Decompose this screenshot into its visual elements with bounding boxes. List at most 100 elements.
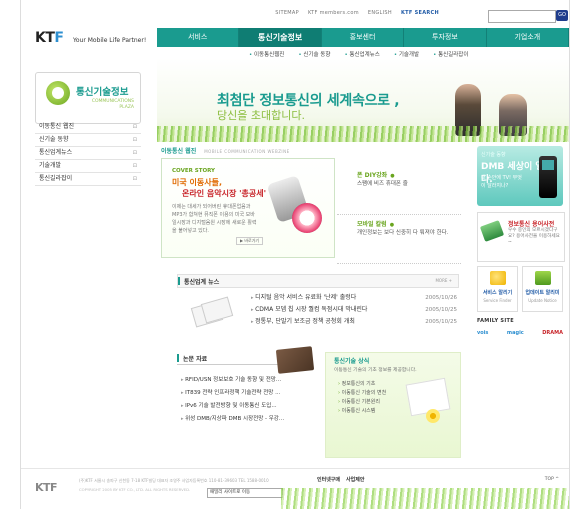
sub-navigation: 이동통신웹진 신기술 동향 통신업계뉴스 기술개발 통신길라잡이	[249, 50, 468, 58]
news-date: 2005/10/26	[425, 295, 457, 301]
ktf-logo[interactable]: KTF	[35, 30, 64, 46]
footer-link-purchase[interactable]: 인터넷구매	[317, 476, 340, 483]
footer-link-proposal[interactable]: 사업제안	[346, 476, 364, 483]
service-boxes: 서비스 알리기 Service Finder 업데이트 알리미 Update N…	[477, 266, 563, 312]
logo-kt: KT	[35, 30, 55, 46]
tv-icon	[535, 271, 551, 285]
music-phone-image	[266, 173, 322, 241]
footer-copyright: COPYRIGHT 2005 BY KTF CO., LTD. ALL RIGH…	[79, 487, 191, 492]
go-icon: ●	[390, 173, 395, 179]
service-finder-sub: Service Finder	[483, 298, 512, 303]
paper-item[interactable]: 위성 DMB/지상파 DMB 시장전망 - 우강...	[181, 413, 321, 426]
diy-box[interactable]: 폰 DIY강좌 ● 스팸에 비즈 휴대폰 줄	[337, 166, 461, 215]
search-go-button[interactable]: GO	[556, 10, 568, 21]
phone-wheel	[292, 203, 322, 233]
subnav-dev[interactable]: 기술개발	[394, 50, 419, 58]
knowledge-item[interactable]: 이동통신 기본원리	[338, 398, 386, 407]
knowledge-item[interactable]: 이동통신 기술의 변천	[338, 389, 387, 398]
dictionary-box[interactable]: 정보통신 용어사전 우수 중인의 모르시겠다구요? 용어사전을 이용하세요~	[477, 212, 565, 262]
webzine-subtitle: MOBILE COMMUNICATION WEBZINE	[204, 149, 290, 154]
news-item[interactable]: 정통부, 단말기 보조금 정책 공청회 개최 2005/10/25	[251, 316, 457, 328]
left-menu-item[interactable]: 통신업계뉴스 ⊡	[35, 147, 141, 160]
news-more-link[interactable]: MORE +	[435, 278, 452, 283]
left-menu-item[interactable]: 이동통신 웹진 ⊡	[35, 121, 141, 134]
paper-item[interactable]: IPv6 기술 발전방향 및 이동통신 도입...	[181, 400, 321, 413]
arrow-icon: ⊡	[132, 137, 137, 143]
hero-subline: 당신을 초대합니다.	[217, 109, 305, 122]
paper-item[interactable]: RFID/USN 정보보호 기술 동향 및 전망...	[181, 374, 321, 387]
dmb-desc: 내 손안에 TV! 무엇이 달라지나?	[481, 175, 522, 189]
news-item[interactable]: 디지털 음악 서비스 유료화 '난제' 출렁다 2005/10/26	[251, 292, 457, 304]
left-menu-item[interactable]: 신기술 동향 ⊡	[35, 134, 141, 147]
diy-desc: 스팸에 비즈 휴대폰 줄	[357, 181, 408, 187]
news-list: 디지털 음악 서비스 유료화 '난제' 출렁다 2005/10/26 CDMA 모…	[251, 292, 457, 328]
family-site-magic[interactable]: magic	[507, 330, 524, 336]
utility-links: SITEMAP KTF members.com ENGLISH KTF SEAR…	[275, 10, 439, 16]
news-text: CDMA 모뎀 칩 시장 퀄컴 독점시대 막내린다	[255, 306, 368, 313]
page-frame: SITEMAP KTF members.com ENGLISH KTF SEAR…	[20, 0, 570, 509]
comm-plaza-icon	[46, 81, 70, 105]
cover-label: COVER STORY	[172, 168, 216, 174]
newspaper-image	[189, 296, 234, 328]
news-header: 통신업계 뉴스 MORE +	[177, 274, 459, 288]
subnav-webzine[interactable]: 이동통신웹진	[249, 50, 284, 58]
knowledge-item[interactable]: 이동통신 시스템	[338, 407, 386, 416]
gnb-investor[interactable]: 투자정보	[404, 28, 487, 47]
search-label: KTF SEARCH	[400, 10, 439, 16]
column-box[interactable]: 모바일 칼럼 ● 개인정보는 보다 신중히 다 뤄져야 한다.	[337, 215, 461, 264]
footer-grass	[281, 488, 569, 509]
arrow-icon: ⊡	[132, 163, 137, 169]
news-item[interactable]: CDMA 모뎀 칩 시장 퀄컴 독점시대 막내린다 2005/10/25	[251, 304, 457, 316]
news-text: 디지털 음악 서비스 유료화 '난제' 출렁다	[255, 294, 357, 301]
service-finder-title: 서비스 알리기	[482, 290, 513, 296]
service-finder[interactable]: 서비스 알리기 Service Finder	[477, 266, 518, 312]
cover-description: 이제는 대세가 되어버린 휴대폰업음과 MP3가 합쳐현 뮤직폰 이용의 미국 …	[172, 204, 257, 234]
search-input[interactable]	[488, 10, 556, 23]
knowledge-desc: 이동통신 기술의 기초 정보를 제공합니다.	[334, 368, 417, 373]
left-menu-item[interactable]: 통신길라잡이 ⊡	[35, 173, 141, 186]
knowledge-item[interactable]: 정보통신의 기초	[338, 380, 386, 389]
flower-icon	[426, 409, 440, 423]
family-site-drama[interactable]: DRAMA	[542, 330, 563, 336]
gnb-company[interactable]: 기업소개	[487, 28, 569, 47]
diy-title-text: 폰 DIY강좌	[357, 172, 388, 179]
go-icon: ●	[389, 222, 395, 228]
column-title: 모바일 칼럼 ●	[357, 219, 394, 228]
english-link[interactable]: ENGLISH	[368, 10, 392, 16]
paper-item[interactable]: IT839 전략 인프라정책 기술전략 전망 ...	[181, 387, 321, 400]
cover-more-button[interactable]: ▶ 바로가기	[236, 237, 264, 245]
dictionary-icon	[479, 220, 505, 242]
top-button[interactable]: TOP ^	[545, 477, 559, 482]
gnb-service[interactable]: 서비스	[157, 28, 240, 47]
arrow-icon: ⊡	[132, 124, 137, 130]
hero-banner: 최첨단 정보통신의 세계속으로 , 당신을 초대합니다.	[157, 58, 569, 142]
left-menu-label: 통신업계뉴스	[39, 149, 73, 156]
main-navigation: 서비스 통신기술정보 홍보센터 투자정보 기업소개	[157, 28, 569, 47]
footer-logo: KTF	[35, 481, 58, 494]
cover-title-1: 미국 이동사들,	[172, 178, 222, 187]
family-site-select[interactable]: 패밀리 사이트로 이동	[207, 488, 283, 498]
column-title-text: 모바일 칼럼	[357, 221, 387, 228]
members-link[interactable]: KTF members.com	[308, 10, 359, 16]
subnav-news[interactable]: 통신업계뉴스	[344, 50, 379, 58]
gnb-tech-info[interactable]: 통신기술정보	[239, 28, 322, 47]
cover-story[interactable]: COVER STORY 미국 이동사들, 온라인 음악시장 '총공세' 이제는 …	[161, 158, 335, 258]
gnb-pr-center[interactable]: 홍보센터	[322, 28, 405, 47]
sitemap-link[interactable]: SITEMAP	[275, 10, 299, 16]
left-menu-label: 신기술 동향	[39, 136, 69, 143]
books-image	[275, 346, 315, 374]
dmb-label: 신기술 동향	[481, 152, 506, 158]
subnav-newtech[interactable]: 신기술 동향	[298, 50, 330, 58]
left-menu-label: 이동통신 웹진	[39, 123, 75, 130]
dictionary-title: 정보통신 용어사전	[508, 221, 555, 228]
left-menu-item[interactable]: 기술개발 ⊡	[35, 160, 141, 173]
subnav-guide[interactable]: 통신길라잡이	[433, 50, 468, 58]
footer-address: (주)KTF 서울시 송파구 신천동 7-18 KTF빌딩 대표자 조영주 사업…	[79, 478, 269, 483]
family-site-logos: vois magic DRAMA	[477, 330, 563, 336]
section-title-box: 통신기술정보 COMMUNICATIONS PLAZA	[35, 72, 141, 124]
news-date: 2005/10/25	[425, 319, 457, 325]
family-site-vois[interactable]: vois	[477, 330, 488, 336]
dmb-banner[interactable]: 신기술 동향 DMB 세상이 열린다. 내 손안에 TV! 무엇이 달라지나?	[477, 146, 563, 206]
update-notice[interactable]: 업데이트 알리미 Update Notice	[522, 266, 563, 312]
update-notice-title: 업데이트 알리미	[525, 290, 560, 296]
